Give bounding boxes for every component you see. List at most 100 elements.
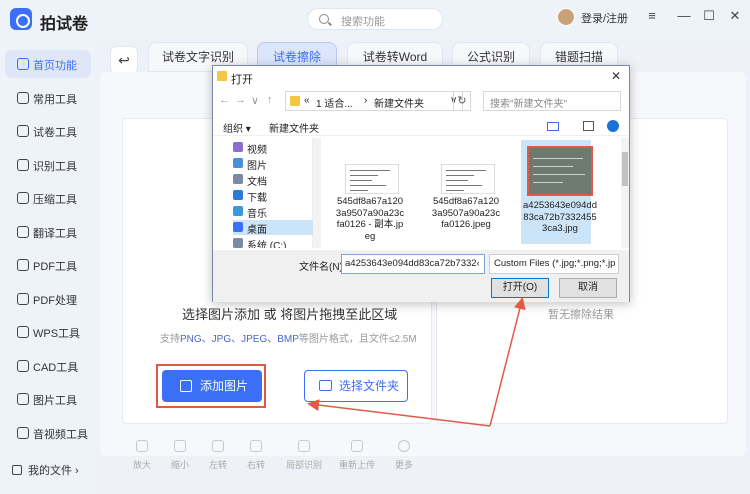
format-hint-prefix: 支持 [160,334,180,345]
zoom-out-icon [174,440,186,452]
tree-item-desktop[interactable]: 桌面 [233,220,313,236]
tree-item-pictures[interactable]: 图片 [233,156,313,172]
search-box[interactable]: 搜索功能 [307,8,443,30]
zoom-in-icon [136,440,148,452]
sidebar: 首页功能 常用工具 试卷工具 识别工具 压缩工具 翻译工具 PDF工具 PDF处… [0,36,96,494]
tree-item-label: 下载 [247,193,267,204]
documents-folder-icon [233,174,243,184]
sidebar-item-label: WPS工具 [33,328,81,340]
dialog-title: 打开 [231,74,253,86]
tree-item-documents[interactable]: 文档 [233,172,313,188]
file-name: 545df8a67a1203a9507a90a23cfa0126 - 副本.jp… [335,196,405,242]
add-image-icon [180,380,192,392]
file-list-scrollbar[interactable] [621,138,629,248]
breadcrumb-separator: › [364,95,368,106]
history-dropdown-icon[interactable]: ∨ [251,94,259,107]
breadcrumb-overflow[interactable]: « [304,95,310,106]
sidebar-item-image[interactable]: 图片工具 [5,385,91,413]
avatar[interactable] [557,8,575,26]
file-thumbnail [441,164,495,194]
file-type-select[interactable]: Custom Files (*.jpg;*.png;*.jp [489,254,619,274]
forward-arrow-icon[interactable]: → [235,94,246,106]
app-logo-icon [10,8,32,30]
organize-menu[interactable]: 组织 ▾ [223,120,251,135]
select-folder-button[interactable]: 选择文件夹 [304,370,408,402]
tree-item-music[interactable]: 音乐 [233,204,313,220]
help-icon[interactable] [607,120,619,132]
back-button[interactable]: ↩ [110,46,138,74]
dialog-search-input[interactable]: 搜索"新建文件夹" [483,91,621,111]
dialog-close-icon[interactable]: ✕ [611,69,621,83]
refresh-icon[interactable]: ↻ [453,91,471,111]
preview-pane-icon[interactable] [583,121,594,131]
tool-label: 缩小 [170,460,189,470]
my-files-link[interactable]: 我的文件 › [12,462,79,478]
sidebar-item-paper[interactable]: 试卷工具 [5,117,91,145]
address-field[interactable]: « 1 适合... › 新建文件夹 ∨ [285,91,463,111]
home-icon [17,58,29,70]
view-mode-icon[interactable] [547,122,559,131]
sidebar-item-compress[interactable]: 压缩工具 [5,184,91,212]
breadcrumb-current[interactable]: 新建文件夹 [374,95,424,110]
cancel-button[interactable]: 取消 [559,278,617,298]
sidebar-item-label: 翻译工具 [33,228,77,240]
sidebar-item-pdf-process[interactable]: PDF处理 [5,285,91,313]
sidebar-item-translate[interactable]: 翻译工具 [5,218,91,246]
tool-label: 左转 [208,460,227,470]
back-arrow-icon[interactable]: ← [219,94,230,106]
filename-input[interactable]: a4253643e094dd83ca72b7332‹ [341,254,485,274]
dialog-app-icon [217,71,227,81]
rotate-right-tool[interactable]: 右转 [238,440,274,476]
menu-icon[interactable]: ≡ [644,8,660,24]
add-image-button[interactable]: 添加图片 [162,370,262,402]
tree-item-system-drive[interactable]: 系统 (C:) [233,236,313,248]
open-button[interactable]: 打开(O) [491,278,549,298]
partial-recognize-icon [298,440,310,452]
reupload-tool[interactable]: 重新上传 [336,440,378,476]
partial-recognize-tool[interactable]: 局部识别 [282,440,326,476]
sidebar-item-wps[interactable]: WPS工具 [5,318,91,346]
dialog-search-placeholder: 搜索"新建文件夹" [490,99,568,110]
login-link[interactable]: 登录/注册 [581,10,628,26]
file-item[interactable]: 545df8a67a1203a9507a90a23cfa0126 - 副本.jp… [335,146,405,246]
sidebar-item-pdf[interactable]: PDF工具 [5,251,91,279]
file-item-selected[interactable]: a4253643e094dd83ca72b73324553ca3.jpg [521,140,597,244]
minimize-icon[interactable]: — [676,8,692,24]
sidebar-item-cad[interactable]: CAD工具 [5,352,91,380]
tool-label: 右转 [246,460,265,470]
translate-icon [17,226,29,238]
tool-label: 放大 [132,460,151,470]
search-icon [319,14,329,24]
tool-label: 更多 [394,460,413,470]
tree-item-label: 文档 [247,177,267,188]
no-result-text: 暂无擦除结果 [548,309,614,321]
zoom-in-tool[interactable]: 放大 [124,440,160,476]
file-thumbnail [345,164,399,194]
zoom-out-tool[interactable]: 缩小 [162,440,198,476]
rotate-left-tool[interactable]: 左转 [200,440,236,476]
scrollbar-thumb[interactable] [622,152,628,186]
drive-icon [233,238,243,248]
sidebar-item-media[interactable]: 音视频工具 [5,419,91,447]
filename-label: 文件名(N): [299,262,346,273]
more-tool[interactable]: 更多 [386,440,422,476]
tree-scrollbar[interactable] [313,138,321,248]
sidebar-item-recognize[interactable]: 识别工具 [5,151,91,179]
new-folder-button[interactable]: 新建文件夹 [269,120,319,135]
sidebar-item-common[interactable]: 常用工具 [5,84,91,112]
up-arrow-icon[interactable]: ↑ [267,94,273,106]
maximize-icon[interactable]: ☐ [701,8,717,24]
sidebar-item-label: PDF工具 [33,261,77,273]
sidebar-item-home[interactable]: 首页功能 [5,50,91,78]
open-file-dialog: 打开 ✕ ← → ∨ ↑ « 1 适合... › 新建文件夹 ∨ ↻ 搜索"新建… [212,65,630,302]
tree-item-videos[interactable]: 视频 [233,140,313,156]
close-icon[interactable]: ✕ [727,8,743,24]
file-item[interactable]: 545df8a67a1203a9507a90a23cfa0126.jpeg [431,146,501,246]
format-hint-suffix: 等图片格式，且文件≤2.5M [298,334,417,345]
tool-label: 重新上传 [338,460,375,470]
tree-item-downloads[interactable]: 下载 [233,188,313,204]
dialog-toolbar: 组织 ▾ 新建文件夹 [213,116,629,136]
tree-item-label: 音乐 [247,209,267,220]
breadcrumb-parent[interactable]: 1 适合... [316,95,353,110]
music-note-icon [233,206,243,216]
